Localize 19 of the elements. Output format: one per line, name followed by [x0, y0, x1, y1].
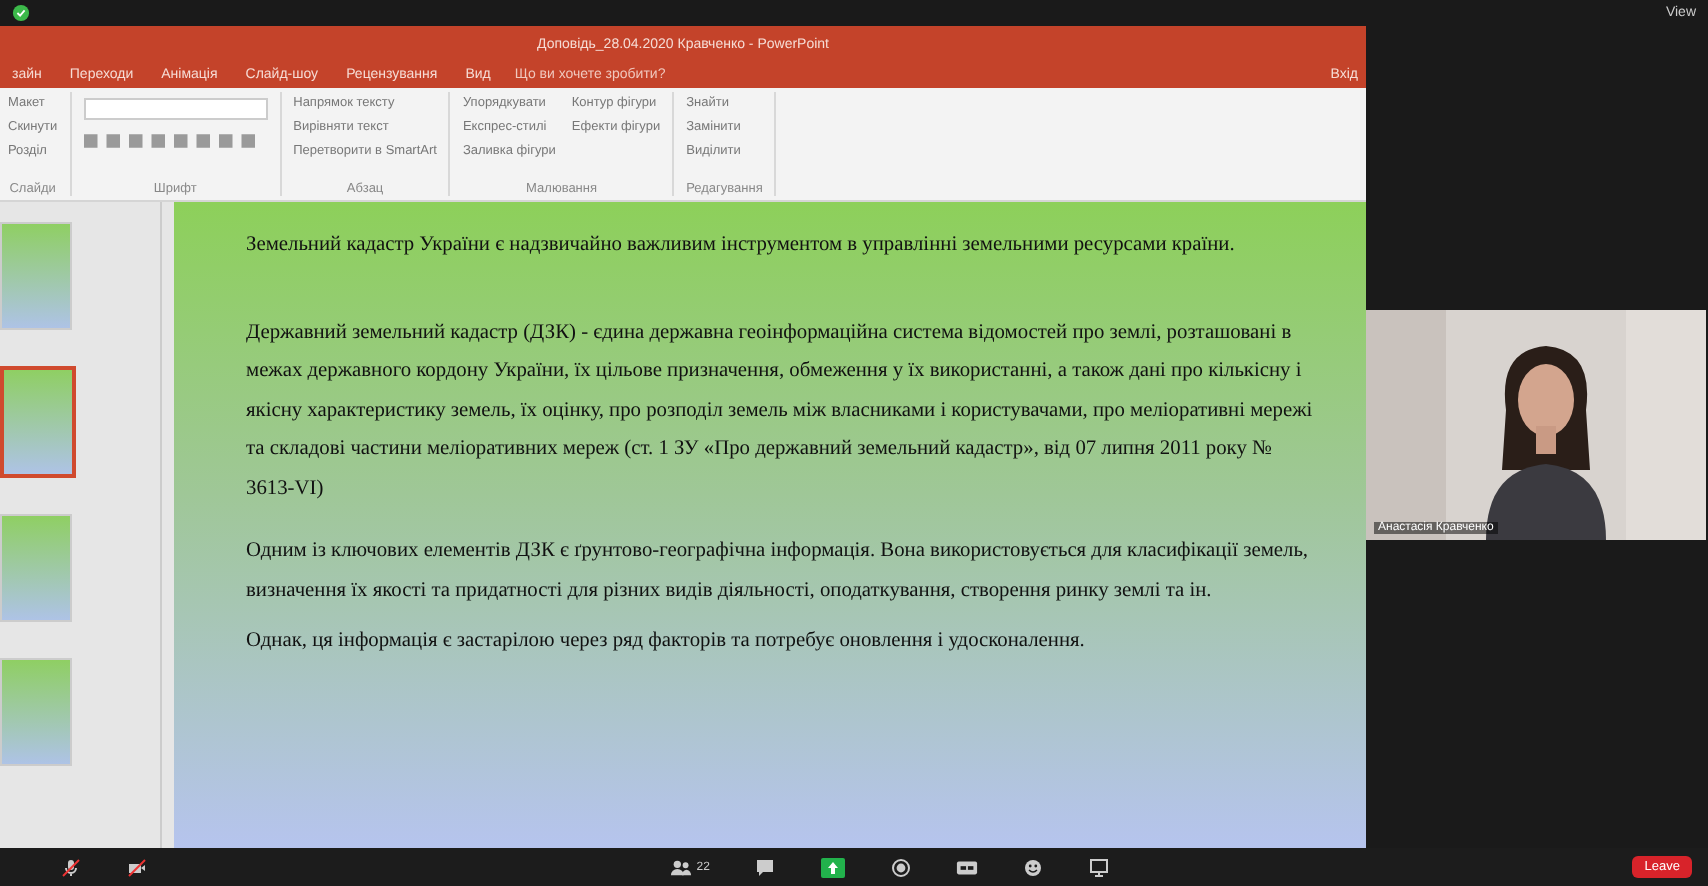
share-screen-icon[interactable] — [819, 857, 846, 877]
slide-thumbnail[interactable] — [0, 222, 72, 330]
slide-paragraph: Однак, ця інформація є застарілою через ряд факторів та потребує оновлення і удосконалення. — [246, 628, 1087, 656]
slide-paragraph: Земельний кадастр України є надзвичайно важливим інструментом в управлінні земельними ресурсами країни. — [246, 232, 1237, 260]
participants-icon[interactable] — [670, 857, 693, 877]
slide-thumbnail[interactable] — [0, 514, 72, 622]
slide-thumbnail[interactable] — [0, 366, 76, 478]
shield-icon — [12, 4, 30, 22]
whiteboard-icon[interactable] — [1087, 857, 1110, 877]
reactions-icon[interactable] — [1021, 857, 1044, 877]
record-icon[interactable] — [889, 857, 912, 877]
slide-paragraph: Державний земельний кадастр (ДЗК) - єдина державна геоінформаційна система відомостей про землі, розташовані в межах державного кордону України, їх цільове призначення, обмеження у їх використанні, а також дані про кількісну і якісну характеристику земель, їх оцінку, про розподіл земель між власниками і користувачами, про меліоративні мережі та складові частини меліоративних мереж (ст. 1 ЗУ «Про державний земельний кадастр», від 07 липня 2011 року № 3613-VI) — [246, 319, 1315, 503]
captions-icon[interactable] — [955, 857, 978, 877]
chat-icon[interactable] — [753, 857, 776, 877]
slide-thumbnail[interactable] — [0, 658, 72, 766]
video-camera-icon[interactable] — [126, 857, 148, 877]
slide-paragraph: Одним із ключових елементів ДЗК є ґрунтово-географічна інформація. Вона використовується для класифікації земель, визначення їх якості та придатності для різних видів діяльності, оподаткування, створення ринку землі та ін. — [246, 538, 1311, 605]
font-field[interactable] — [83, 98, 268, 120]
microphone-icon[interactable] — [60, 857, 82, 877]
